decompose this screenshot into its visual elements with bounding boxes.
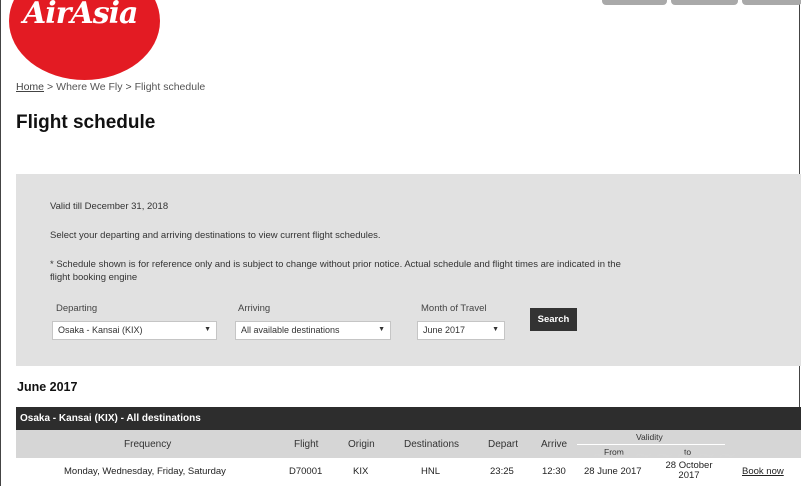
- col-destinations: Destinations: [404, 439, 460, 450]
- schedule-search-panel: Valid till December 31, 2018 Select your…: [16, 174, 801, 366]
- arriving-select[interactable]: All available destinations ▼: [235, 321, 391, 340]
- breadcrumb-separator: >: [47, 81, 54, 93]
- col-flight: Flight: [294, 439, 319, 450]
- breadcrumb: Home > Where We Fly > Flight schedule: [16, 81, 205, 93]
- book-now-link[interactable]: Book now: [742, 466, 784, 477]
- cell-depart: 23:25: [490, 466, 514, 477]
- month-heading: June 2017: [17, 380, 78, 394]
- arriving-label: Arriving: [238, 303, 271, 314]
- col-arrive: Arrive: [541, 439, 568, 450]
- table-row: Monday, Wednesday, Friday, Saturday D700…: [16, 458, 801, 486]
- validity-divider: [577, 444, 725, 445]
- chevron-down-icon: ▼: [492, 326, 499, 333]
- cell-valid-to: 28 October 2017: [665, 460, 713, 481]
- breadcrumb-separator: >: [125, 81, 132, 93]
- valid-till-text: Valid till December 31, 2018: [50, 201, 169, 212]
- cell-flight: D70001: [289, 466, 323, 477]
- chevron-down-icon: ▼: [204, 326, 211, 333]
- cell-arrive: 12:30: [542, 466, 566, 477]
- departing-label: Departing: [56, 303, 98, 314]
- top-nav-tab[interactable]: [602, 0, 667, 5]
- col-validity: Validity: [636, 432, 663, 442]
- page-title: Flight schedule: [16, 112, 156, 133]
- search-button[interactable]: Search: [530, 308, 577, 331]
- top-nav-tab[interactable]: [742, 0, 801, 5]
- month-select[interactable]: June 2017 ▼: [417, 321, 505, 340]
- col-depart: Depart: [488, 439, 519, 450]
- arriving-select-value: All available destinations: [241, 325, 340, 335]
- departing-select[interactable]: Osaka - Kansai (KIX) ▼: [52, 321, 217, 340]
- top-nav-tabs: [602, 0, 801, 5]
- col-frequency: Frequency: [124, 439, 172, 450]
- col-origin: Origin: [348, 439, 375, 450]
- month-label: Month of Travel: [421, 303, 487, 314]
- breadcrumb-current: Flight schedule: [134, 81, 206, 93]
- col-validity-from: From: [604, 447, 624, 457]
- departing-select-value: Osaka - Kansai (KIX): [58, 325, 143, 335]
- breadcrumb-where-we-fly[interactable]: Where We Fly: [56, 81, 122, 93]
- month-select-value: June 2017: [423, 325, 466, 335]
- disclaimer-note: * Schedule shown is for reference only a…: [50, 259, 621, 283]
- cell-destination: HNL: [421, 466, 441, 477]
- airasia-logo[interactable]: AirAsia: [9, 0, 160, 80]
- chevron-down-icon: ▼: [378, 326, 385, 333]
- window-border-left: [0, 0, 1, 486]
- cell-origin: KIX: [353, 466, 369, 477]
- breadcrumb-home-link[interactable]: Home: [16, 81, 44, 93]
- instruction-text: Select your departing and arriving desti…: [50, 230, 381, 241]
- cell-valid-from: 28 June 2017: [584, 466, 642, 477]
- logo-wordmark: AirAsia: [23, 0, 138, 31]
- cell-frequency: Monday, Wednesday, Friday, Saturday: [64, 466, 226, 477]
- col-validity-to: to: [684, 447, 692, 457]
- top-nav-tab[interactable]: [671, 0, 738, 5]
- route-title-bar: Osaka - Kansai (KIX) - All destinations: [16, 407, 801, 430]
